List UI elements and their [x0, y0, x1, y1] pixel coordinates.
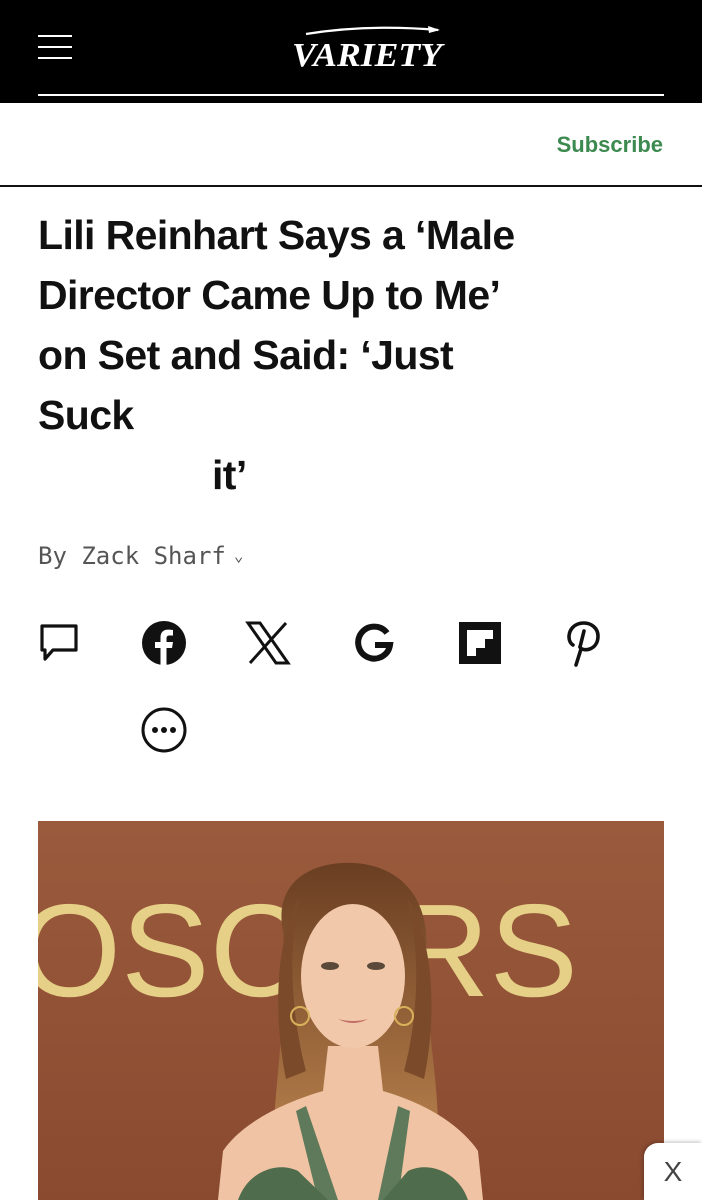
google-icon[interactable] [350, 619, 398, 667]
header-divider [38, 94, 664, 96]
chevron-down-icon[interactable]: ⌄ [234, 546, 244, 565]
headline-line: Suck [38, 392, 134, 438]
pinterest-icon[interactable] [560, 619, 608, 667]
x-icon[interactable] [244, 619, 292, 667]
headline-line: Lili Reinhart Says a ‘Male [38, 212, 515, 258]
flipboard-icon[interactable] [456, 619, 504, 667]
byline-prefix: By [38, 542, 67, 570]
close-ad-button[interactable]: X [644, 1143, 702, 1200]
comment-icon[interactable] [35, 619, 83, 667]
article-headline: Lili Reinhart Says a ‘Male Director Came… [38, 205, 668, 505]
hero-photo[interactable]: OSCARS [38, 821, 664, 1200]
facebook-icon[interactable] [140, 619, 188, 667]
site-header: VARIETY [0, 0, 702, 103]
variety-logo[interactable]: VARIETY [288, 18, 448, 74]
author-name[interactable]: Zack Sharf [81, 542, 226, 570]
headline-line: Director Came Up to Me’ [38, 272, 501, 318]
byline[interactable]: By Zack Sharf ⌄ [38, 542, 244, 570]
subscribe-link[interactable]: Subscribe [557, 132, 663, 158]
logo-text: VARIETY [292, 37, 445, 74]
more-icon[interactable] [140, 706, 188, 754]
headline-line: on Set and Said: ‘Just [38, 332, 454, 378]
headline-line: it’ [212, 452, 247, 498]
subscribe-bar: Subscribe [0, 103, 702, 187]
hamburger-menu-icon[interactable] [38, 30, 72, 64]
